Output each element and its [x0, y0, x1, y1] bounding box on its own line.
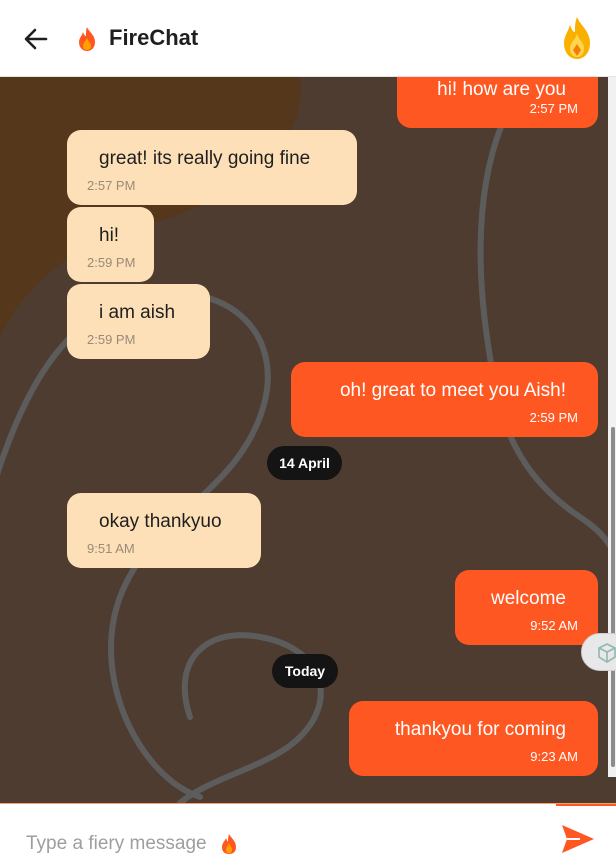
message-text: i am aish	[99, 302, 176, 323]
message-time: 9:52 AM	[530, 618, 578, 633]
message-bubble-outgoing[interactable]: hi! how are you 2:57 PM	[397, 77, 598, 128]
message-time: 2:57 PM	[529, 101, 578, 116]
app-bar: FireChat	[0, 0, 616, 77]
message-time: 2:57 PM	[87, 178, 136, 193]
message-time: 9:23 AM	[530, 749, 578, 764]
message-bubble-incoming[interactable]: great! its really going fine 2:57 PM	[67, 130, 357, 205]
send-icon[interactable]	[560, 822, 596, 856]
message-text: great! its really going fine	[99, 148, 311, 169]
flame-logo-icon	[564, 17, 590, 59]
date-separator: Today	[272, 654, 338, 688]
scrollbar-thumb[interactable]	[611, 427, 615, 767]
chat-area[interactable]: hi! how are you 2:57 PM great! its reall…	[0, 77, 616, 803]
message-text: thankyou for coming	[394, 719, 566, 740]
cube-icon	[598, 643, 616, 663]
message-bubble-outgoing[interactable]: welcome 9:52 AM	[455, 570, 598, 645]
message-time: 9:51 AM	[87, 541, 135, 556]
message-text: hi! how are you	[437, 79, 566, 100]
app-title: FireChat	[109, 25, 199, 50]
message-bubble-outgoing[interactable]: thankyou for coming 9:23 AM	[349, 701, 598, 776]
message-time: 2:59 PM	[87, 332, 136, 347]
message-input[interactable]	[26, 829, 226, 859]
send-underline	[556, 804, 616, 806]
message-bubble-outgoing[interactable]: oh! great to meet you Aish! 2:59 PM	[291, 362, 598, 437]
message-bubble-incoming[interactable]: hi! 2:59 PM	[67, 207, 154, 282]
message-time: 2:59 PM	[529, 410, 578, 425]
message-bubble-incoming[interactable]: i am aish 2:59 PM	[67, 284, 210, 359]
message-composer	[0, 803, 616, 868]
message-text: hi!	[99, 225, 120, 246]
flame-icon	[222, 834, 236, 854]
arrow-left-icon[interactable]	[22, 25, 50, 53]
flame-icon	[79, 27, 95, 51]
message-bubble-incoming[interactable]: okay thankyuo 9:51 AM	[67, 493, 261, 568]
date-separator: 14 April	[267, 446, 342, 480]
message-text: welcome	[491, 588, 566, 609]
message-text: okay thankyuo	[99, 511, 222, 532]
floating-action-button[interactable]	[581, 633, 616, 671]
message-time: 2:59 PM	[87, 255, 136, 270]
message-text: oh! great to meet you Aish!	[339, 380, 566, 401]
